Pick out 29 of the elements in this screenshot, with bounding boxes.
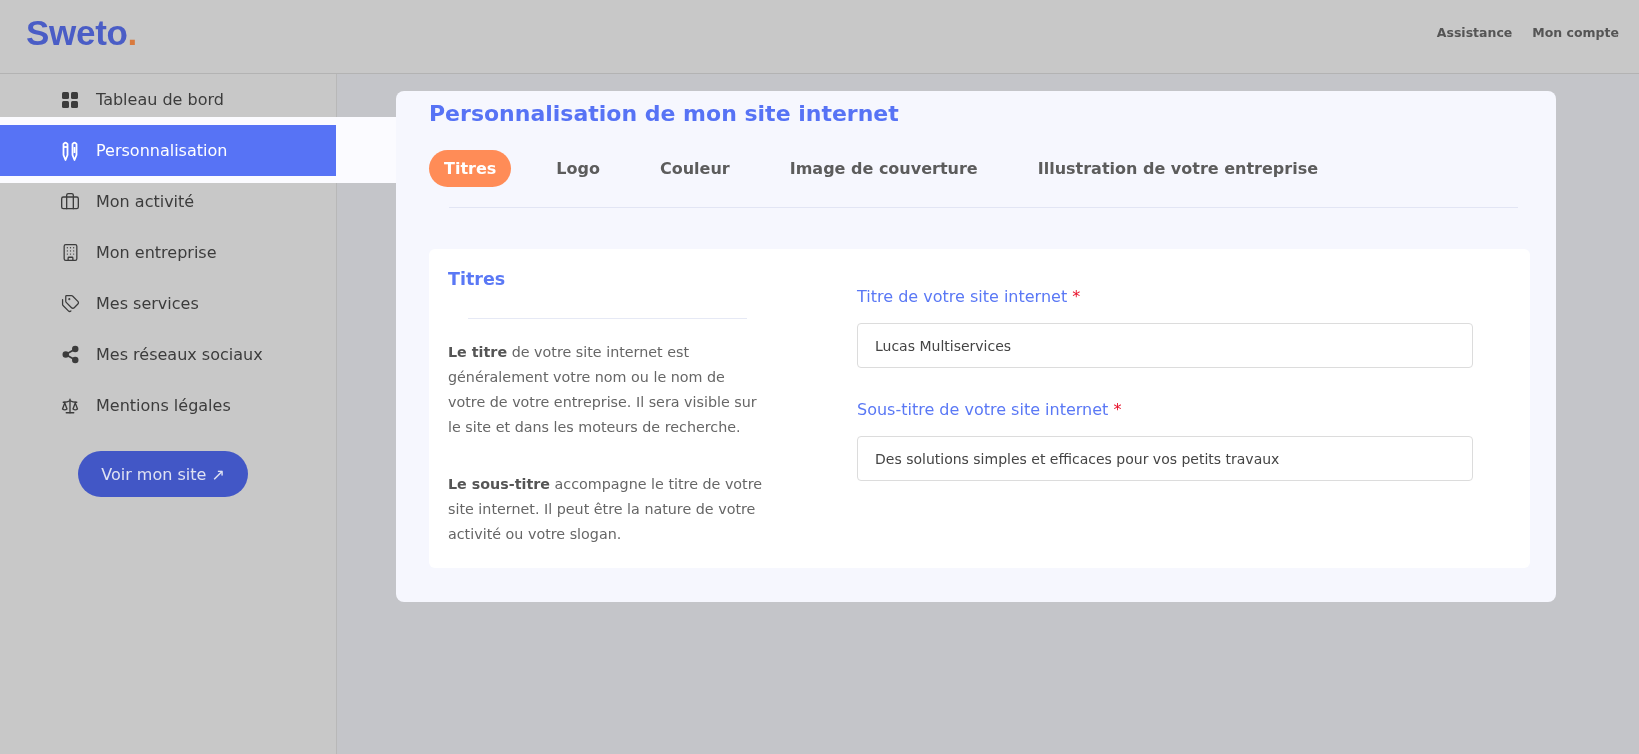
pens-icon (62, 140, 78, 161)
help-paragraph: Le titre de votre site internet est généralement votre nom ou le nom de votre de votre entreprise. Il sera visible sur le site et dans les moteurs de recherche. (448, 343, 758, 437)
header-link[interactable]: Assistance (1436, 25, 1513, 40)
scale-icon (61, 396, 79, 415)
sidebar-item[interactable]: Mentions légales (0, 380, 336, 431)
header-link[interactable]: Mon compte (1532, 25, 1619, 40)
tags-icon (60, 294, 80, 313)
page-title: Personnalisation de mon site internet (429, 100, 899, 128)
sidebar-item[interactable]: Mes services (0, 278, 336, 329)
input-field[interactable]: Des solutions simples et efficaces pour vos petits travaux (857, 436, 1473, 481)
sidebar-item[interactable]: Tableau de bord (0, 74, 336, 125)
field-label: Sous-titre de votre site internet * (857, 399, 1122, 421)
share-icon (60, 345, 80, 364)
tab[interactable]: Image de couverture (774, 150, 993, 187)
tab[interactable]: Logo (541, 150, 615, 187)
help-paragraph: Le sous-titre accompagne le titre de votre site internet. Il peut être la nature de votre activité ou votre slogan. (448, 475, 764, 544)
grid-icon (62, 91, 78, 108)
field-label: Titre de votre site internet * (857, 286, 1081, 308)
section-title: Titres (448, 268, 506, 291)
tab[interactable]: Couleur (644, 150, 745, 187)
sidebar-item[interactable]: Personnalisation (0, 125, 336, 176)
sidebar-item[interactable]: Mon activité (0, 176, 336, 227)
briefcase-icon (60, 191, 80, 212)
sidebar-item[interactable]: Mon entreprise (0, 227, 336, 278)
tab[interactable]: Illustration de votre entreprise (1022, 150, 1334, 187)
logo[interactable]: Sweto. (26, 15, 137, 50)
input-field[interactable]: Lucas Multiservices (857, 323, 1473, 368)
view-site-button[interactable]: Voir mon site ↗ (78, 451, 248, 497)
sidebar-item[interactable]: Mes réseaux sociaux (0, 329, 336, 380)
